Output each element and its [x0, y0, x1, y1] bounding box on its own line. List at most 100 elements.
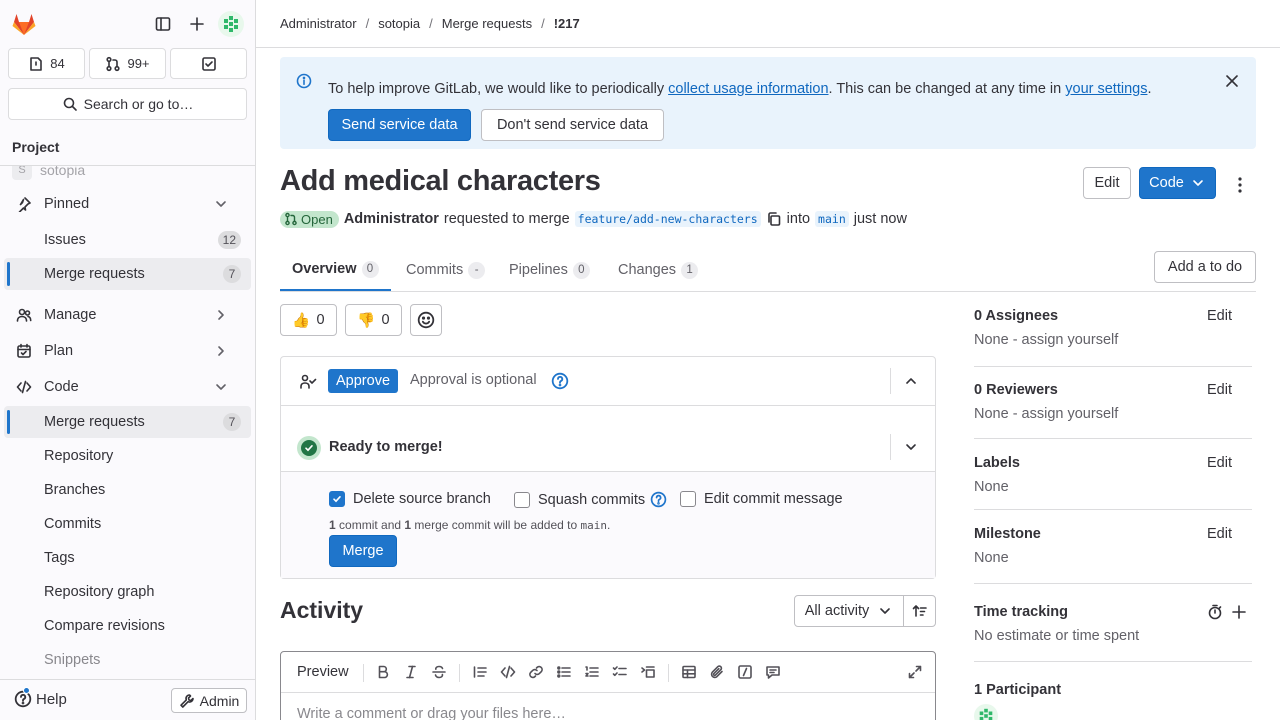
code-dropdown-button[interactable]: Code	[1139, 167, 1216, 199]
merge-button[interactable]: Merge	[329, 535, 397, 567]
merge-requests-badge: 7	[223, 265, 241, 283]
meta-text: requested to merge	[443, 211, 570, 227]
chevron-down-icon[interactable]	[903, 439, 919, 455]
collapsible-section-icon[interactable]	[640, 664, 656, 680]
issues-counter-button[interactable]: 84	[8, 48, 85, 79]
divider	[974, 509, 1252, 510]
comment-icon[interactable]	[765, 664, 781, 680]
edit-button[interactable]: Edit	[1083, 167, 1131, 199]
divider	[890, 368, 891, 394]
sidebar-item-plan[interactable]: Plan	[4, 335, 251, 367]
edit-message-checkbox[interactable]	[680, 491, 696, 507]
breadcrumb-item[interactable]: Merge requests	[442, 16, 532, 31]
sidebar-item-issues[interactable]: Issues 12	[4, 224, 251, 256]
slash-commands-icon[interactable]	[737, 664, 753, 680]
fullscreen-icon[interactable]	[907, 664, 923, 680]
tab-commits[interactable]: Commits -	[406, 249, 486, 291]
task-list-icon[interactable]	[612, 664, 628, 680]
todos-counter-button[interactable]	[170, 48, 247, 79]
participant-avatar[interactable]	[974, 704, 998, 720]
sidebar-item-tags[interactable]: Tags	[4, 542, 251, 574]
sidebar-item-manage[interactable]: Manage	[4, 299, 251, 331]
strikethrough-icon[interactable]	[431, 664, 447, 680]
thumbs-down-button[interactable]: 👎 0	[345, 304, 402, 336]
sidebar-item-repository-graph[interactable]: Repository graph	[4, 576, 251, 608]
numbered-list-icon[interactable]	[584, 664, 600, 680]
code-icon[interactable]	[500, 664, 516, 680]
italic-icon[interactable]	[403, 664, 419, 680]
edit-commit-message-option[interactable]: Edit commit message	[680, 491, 843, 507]
approve-button[interactable]: Approve	[328, 369, 399, 393]
add-reaction-button[interactable]	[410, 304, 442, 336]
your-settings-link[interactable]: your settings	[1065, 81, 1147, 97]
dont-send-service-data-button[interactable]: Don't send service data	[481, 109, 664, 141]
reviewers-value[interactable]: None - assign yourself	[974, 406, 1252, 422]
add-todo-button[interactable]: Add a to do	[1154, 251, 1256, 283]
assignees-value[interactable]: None - assign yourself	[974, 332, 1252, 348]
edit-labels-button[interactable]: Edit	[1207, 455, 1232, 471]
link-icon[interactable]	[528, 664, 544, 680]
bold-icon[interactable]	[375, 664, 391, 680]
divider	[890, 434, 891, 460]
add-time-icon[interactable]	[1231, 604, 1247, 620]
edit-milestone-button[interactable]: Edit	[1207, 526, 1232, 542]
copy-icon[interactable]	[766, 211, 782, 227]
project-link[interactable]: S sotopia	[12, 166, 85, 180]
admin-button[interactable]: Admin	[171, 688, 247, 713]
gitlab-logo-icon[interactable]	[10, 10, 38, 38]
sidebar-item-snippets[interactable]: Snippets	[4, 644, 251, 676]
help-icon[interactable]	[551, 372, 569, 390]
sidebar-item-branches[interactable]: Branches	[4, 474, 251, 506]
help-button[interactable]: Help	[14, 687, 67, 708]
more-actions-icon[interactable]	[1230, 175, 1250, 195]
user-avatar[interactable]	[218, 11, 244, 37]
tab-pipelines[interactable]: Pipelines 0	[509, 249, 590, 291]
squash-checkbox[interactable]	[514, 491, 530, 508]
info-icon	[296, 73, 312, 89]
sidebar-item-repository[interactable]: Repository	[4, 440, 251, 472]
tab-count: 0	[572, 261, 590, 279]
help-icon[interactable]	[650, 491, 667, 508]
create-new-icon[interactable]	[185, 12, 209, 36]
sidebar-item-compare-revisions[interactable]: Compare revisions	[4, 610, 251, 642]
sidebar-item-code[interactable]: Code	[4, 371, 251, 403]
sidebar-item-pinned-merge-requests[interactable]: Merge requests 7	[4, 258, 251, 290]
search-button[interactable]: Search or go to…	[8, 88, 247, 120]
bullet-list-icon[interactable]	[556, 664, 572, 680]
sidebar-item-label: Issues	[44, 232, 86, 248]
chevron-right-icon	[218, 346, 224, 356]
edit-assignees-button[interactable]: Edit	[1207, 308, 1232, 324]
chevron-up-icon[interactable]	[903, 373, 919, 389]
edit-reviewers-button[interactable]: Edit	[1207, 382, 1232, 398]
breadcrumb-item-current[interactable]: !217	[554, 16, 580, 31]
sidebar-counters: 84 99+	[8, 48, 247, 80]
collect-usage-link[interactable]: collect usage information	[668, 81, 828, 97]
tab-changes[interactable]: Changes 1	[618, 249, 699, 291]
send-service-data-button[interactable]: Send service data	[328, 109, 471, 141]
sidebar-item-commits[interactable]: Commits	[4, 508, 251, 540]
sort-order-button[interactable]	[903, 595, 936, 627]
delete-source-checkbox[interactable]	[329, 491, 345, 507]
table-icon[interactable]	[681, 664, 697, 680]
mr-author[interactable]: Administrator	[344, 211, 439, 227]
target-branch[interactable]: main	[815, 211, 849, 227]
sidebar-item-pinned[interactable]: Pinned	[4, 188, 251, 220]
quote-icon[interactable]	[472, 664, 488, 680]
preview-tab[interactable]: Preview	[297, 664, 349, 680]
stopwatch-icon[interactable]	[1207, 604, 1223, 620]
comment-input[interactable]: Write a comment or drag your files here…	[297, 706, 566, 720]
merge-requests-counter-button[interactable]: 99+	[89, 48, 166, 79]
sidebar-item-merge-requests[interactable]: Merge requests 7	[4, 406, 251, 438]
todo-icon	[201, 56, 216, 71]
tab-overview[interactable]: Overview 0	[280, 249, 391, 291]
attachment-icon[interactable]	[709, 664, 725, 680]
toggle-sidebar-icon[interactable]	[151, 12, 175, 36]
close-icon[interactable]	[1224, 73, 1240, 89]
squash-commits-option[interactable]: Squash commits	[514, 491, 667, 508]
source-branch[interactable]: feature/add-new-characters	[574, 211, 761, 227]
breadcrumb-item[interactable]: Administrator	[280, 16, 357, 31]
thumbs-up-button[interactable]: 👍 0	[280, 304, 337, 336]
breadcrumb-item[interactable]: sotopia	[378, 16, 420, 31]
delete-source-branch-option[interactable]: Delete source branch	[329, 491, 491, 507]
activity-filter-dropdown[interactable]: All activity	[794, 595, 904, 627]
